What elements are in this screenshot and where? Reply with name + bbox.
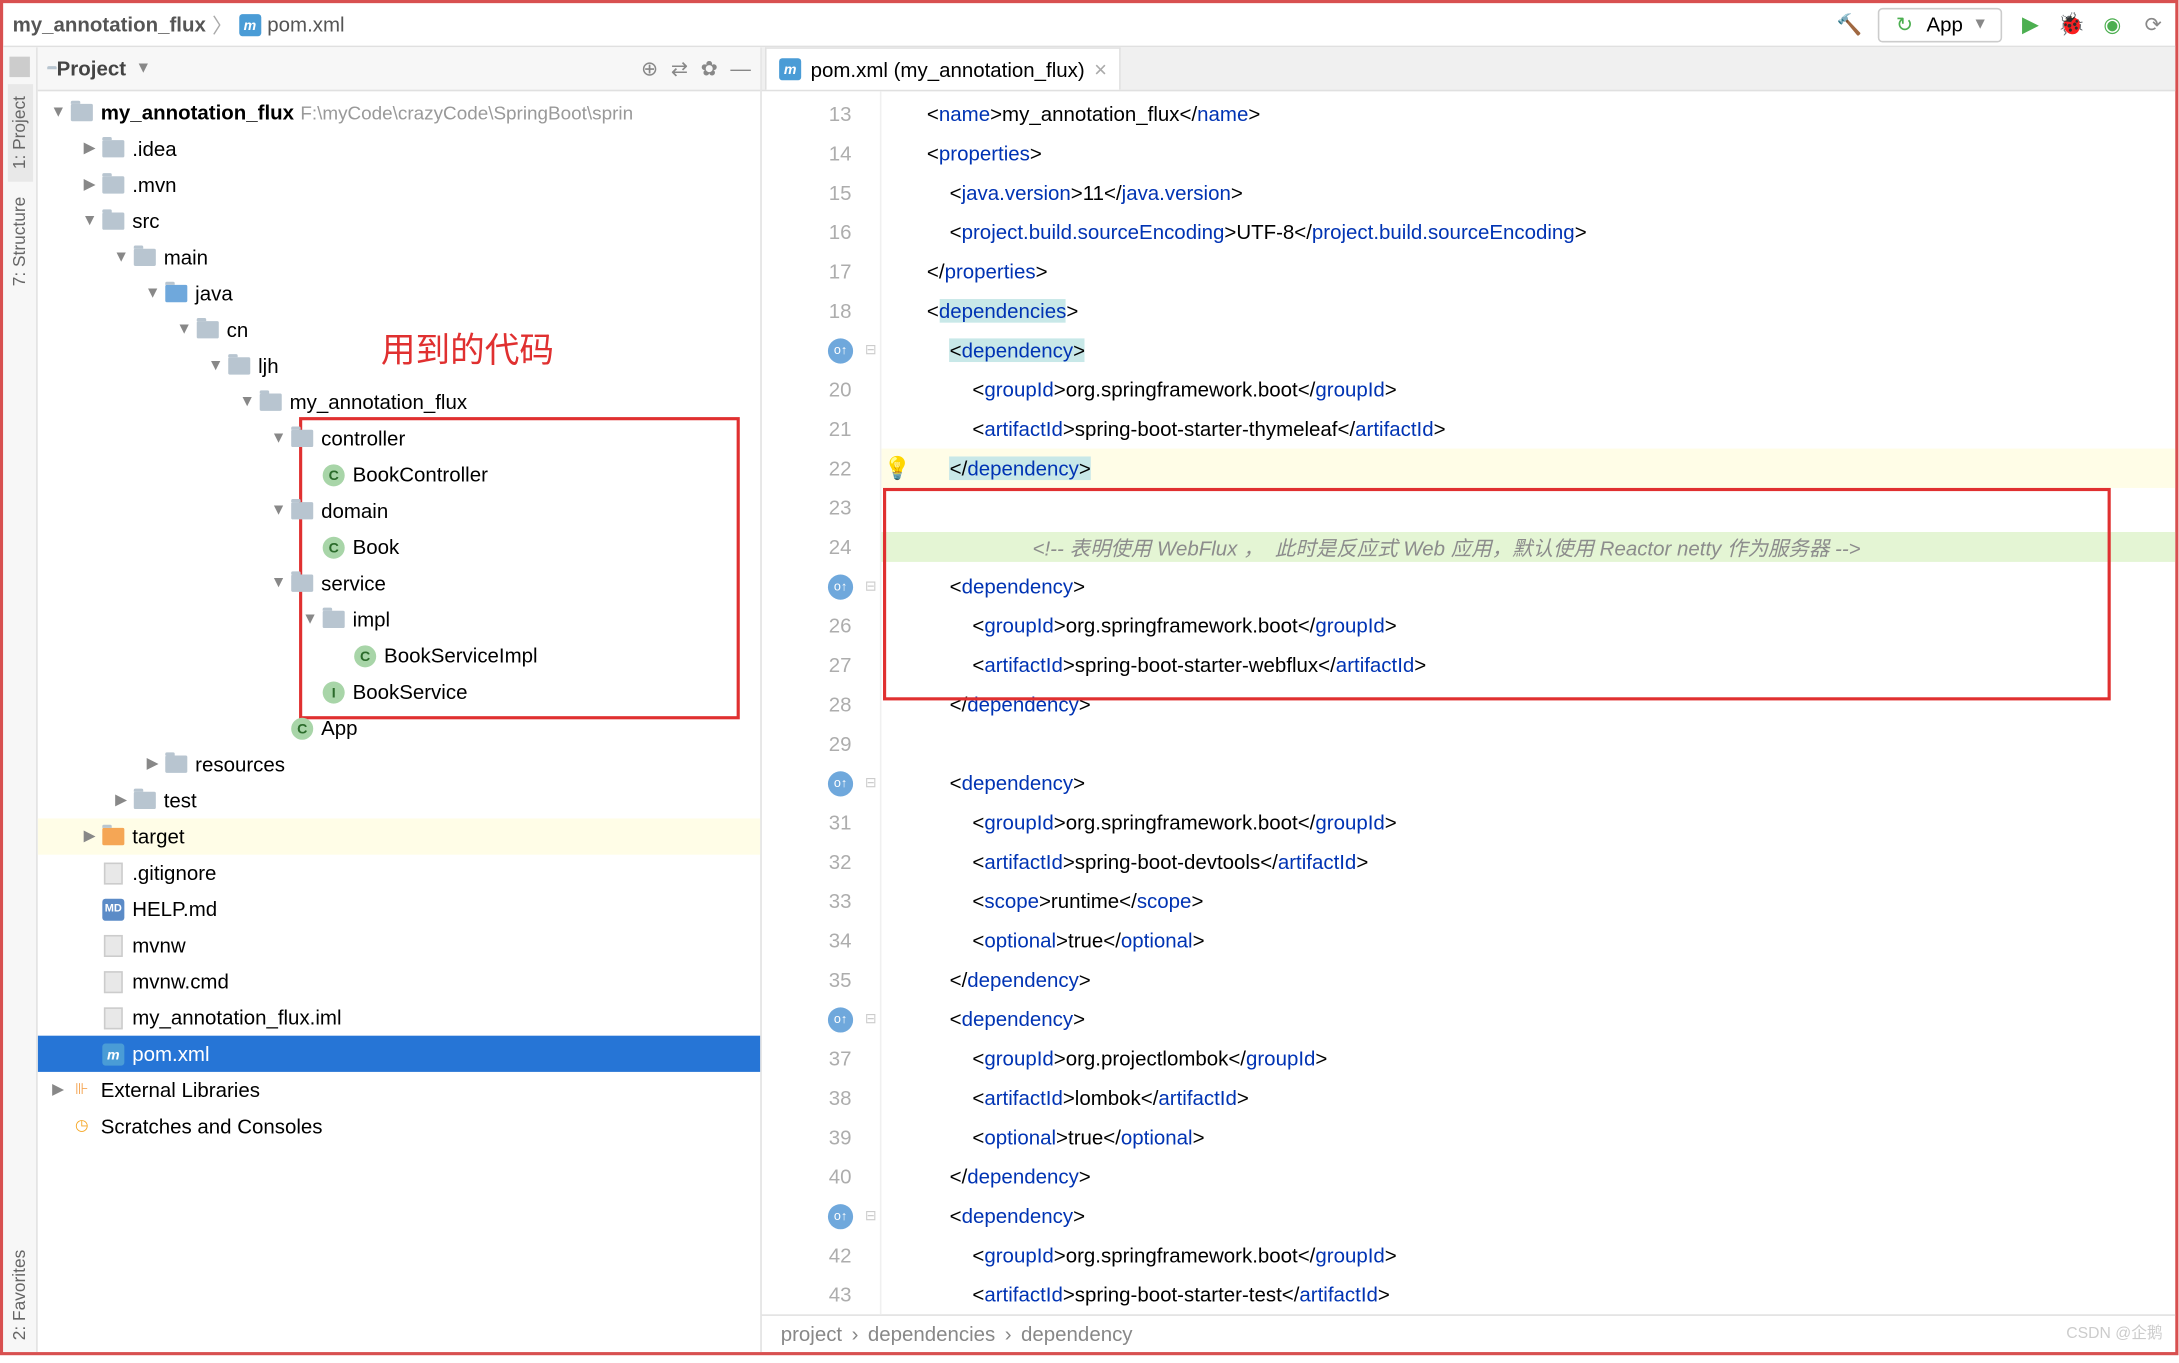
maven-icon: m [239, 13, 261, 35]
maven-icon: m [779, 58, 801, 80]
watermark: CSDN @企鹅 [2066, 1319, 2162, 1343]
crumb-dependency[interactable]: dependency [1021, 1322, 1133, 1346]
tree-flux[interactable]: ▼my_annotation_flux [38, 384, 760, 420]
tree-book[interactable]: CBook [38, 529, 760, 565]
sidetab-structure[interactable]: 7: Structure [7, 185, 32, 300]
tree-java[interactable]: ▼java [38, 275, 760, 311]
tree-controller[interactable]: ▼controller [38, 420, 760, 456]
tree-resources[interactable]: ▶resources [38, 746, 760, 782]
editor-tab-pom[interactable]: m pom.xml (my_annotation_flux) × [765, 47, 1121, 89]
breadcrumb: my_annotation_flux 〉 m pom.xml [13, 9, 345, 39]
library-icon: ⊪ [69, 1077, 94, 1102]
collapse-icon[interactable]: — [730, 56, 750, 81]
left-tool-strip: 1: Project 7: Structure 2: Favorites [3, 47, 38, 1352]
chevron-down-icon: ▼ [1972, 16, 1988, 33]
settings-icon[interactable]: ✿ [701, 56, 718, 81]
tree-bookcontroller[interactable]: CBookController [38, 456, 760, 492]
scratch-icon: ◷ [69, 1114, 94, 1139]
project-tree[interactable]: 用到的代码 ▼my_annotation_fluxF:\myCode\crazy… [38, 91, 760, 1352]
breadcrumb-project[interactable]: my_annotation_flux [13, 13, 206, 37]
tree-main[interactable]: ▼main [38, 239, 760, 275]
run-icon[interactable]: ▶ [2018, 12, 2043, 37]
tree-help[interactable]: MDHELP.md [38, 891, 760, 927]
strip-indicator [9, 57, 29, 77]
sidetab-project[interactable]: 1: Project [7, 83, 32, 181]
editor-tabs: m pom.xml (my_annotation_flux) × [762, 47, 2175, 91]
tree-test[interactable]: ▶test [38, 782, 760, 818]
coverage-icon[interactable]: ◉ [2100, 12, 2125, 37]
tree-mvnwcmd[interactable]: mvnw.cmd [38, 963, 760, 999]
tree-domain[interactable]: ▼domain [38, 493, 760, 529]
editor-panel: m pom.xml (my_annotation_flux) × 13 14 1… [762, 47, 2175, 1352]
gutter-override-icon[interactable]: o↑ [828, 1203, 853, 1228]
gutter-override-icon[interactable]: o↑ [828, 770, 853, 795]
tree-root[interactable]: ▼my_annotation_fluxF:\myCode\crazyCode\S… [38, 94, 760, 130]
crumb-dependencies[interactable]: dependencies [868, 1322, 995, 1346]
debug-icon[interactable]: 🐞 [2059, 12, 2084, 37]
breadcrumb-file[interactable]: pom.xml [267, 13, 344, 37]
expand-icon[interactable]: ⇄ [671, 56, 688, 81]
tree-iml[interactable]: my_annotation_flux.iml [38, 999, 760, 1035]
gutter-override-icon[interactable]: o↑ [828, 338, 853, 363]
tree-bookservice[interactable]: IBookService [38, 674, 760, 710]
gutter-override-icon[interactable]: o↑ [828, 1007, 853, 1032]
tree-mvnw[interactable]: mvnw [38, 927, 760, 963]
annotation-text: 用到的代码 [381, 323, 554, 373]
gutter: 13 14 15 16 17 18 o↑19⊟ 20 21 22💡 23 24 … [762, 91, 882, 1314]
project-panel: Project ▼ ⊕ ⇄ ✿ — 用到的代码 ▼my_annotation_f… [38, 47, 762, 1352]
breadcrumb-sep: 〉 [212, 9, 232, 39]
tree-bookserviceimpl[interactable]: CBookServiceImpl [38, 637, 760, 673]
chevron-down-icon[interactable]: ▼ [135, 60, 151, 77]
intention-bulb-icon[interactable]: 💡 [884, 455, 911, 482]
code-editor[interactable]: <name>my_annotation_flux</name> <propert… [881, 91, 2175, 1314]
tree-pom[interactable]: mpom.xml [38, 1036, 760, 1072]
sidetab-favorites[interactable]: 2: Favorites [7, 1236, 32, 1352]
run-config-dropdown[interactable]: ↻ App ▼ [1878, 7, 2002, 42]
tree-impl[interactable]: ▼impl [38, 601, 760, 637]
run-config-label: App [1927, 13, 1963, 37]
tree-scratch[interactable]: ◷Scratches and Consoles [38, 1108, 760, 1144]
tree-mvn[interactable]: ▶.mvn [38, 167, 760, 203]
tree-app[interactable]: CApp [38, 710, 760, 746]
project-title[interactable]: Project [57, 57, 126, 81]
tree-extlib[interactable]: ▶⊪External Libraries [38, 1072, 760, 1108]
locate-icon[interactable]: ⊕ [641, 56, 658, 81]
tree-gitignore[interactable]: .gitignore [38, 855, 760, 891]
gutter-override-icon[interactable]: o↑ [828, 574, 853, 599]
tree-service[interactable]: ▼service [38, 565, 760, 601]
top-toolbar: my_annotation_flux 〉 m pom.xml 🔨 ↻ App ▼… [3, 3, 2175, 47]
project-header: Project ▼ ⊕ ⇄ ✿ — [38, 47, 760, 91]
close-icon[interactable]: × [1094, 57, 1107, 82]
tree-idea[interactable]: ▶.idea [38, 131, 760, 167]
tab-label: pom.xml (my_annotation_flux) [811, 57, 1085, 81]
editor-breadcrumb: project › dependencies › dependency [762, 1314, 2175, 1352]
tree-target[interactable]: ▶target [38, 818, 760, 854]
build-icon[interactable]: 🔨 [1837, 12, 1862, 37]
tree-src[interactable]: ▼src [38, 203, 760, 239]
sync-icon[interactable]: ⟳ [2141, 12, 2166, 37]
crumb-project[interactable]: project [781, 1322, 842, 1346]
app-run-icon: ↻ [1892, 12, 1917, 37]
